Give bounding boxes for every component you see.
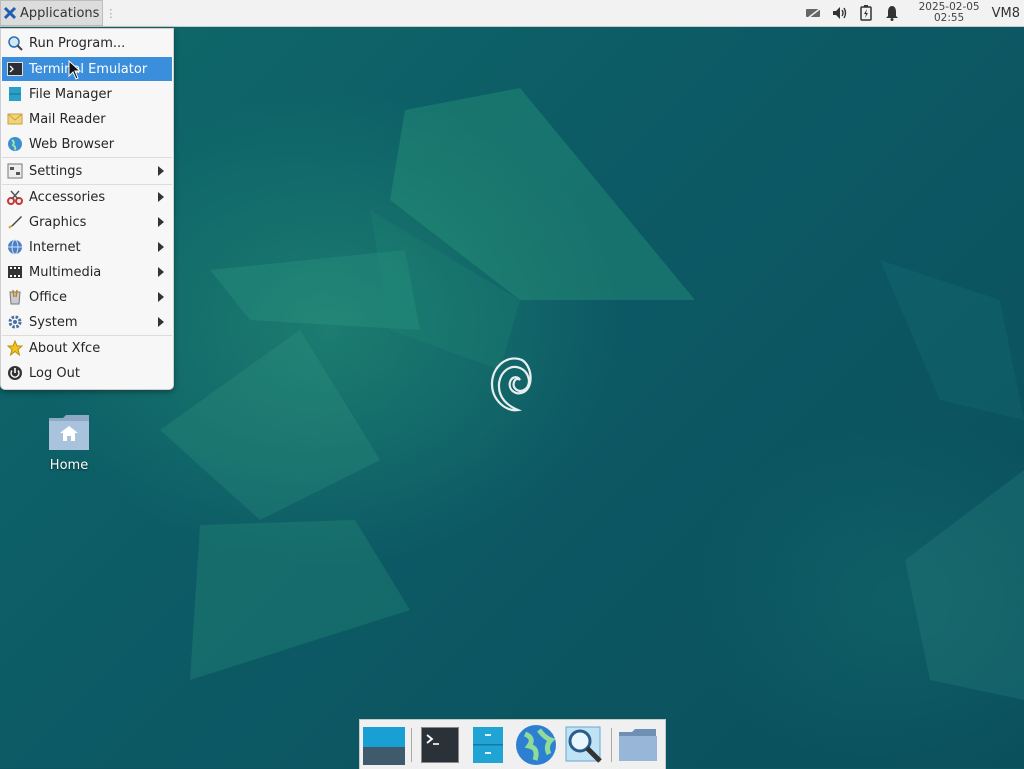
menu-item-log-out[interactable]: Log Out	[2, 361, 172, 385]
mail-icon	[7, 111, 23, 127]
menu-item-label: Mail Reader	[29, 111, 106, 127]
menu-item-run-program[interactable]: Run Program...	[2, 31, 172, 55]
menu-item-label: Graphics	[29, 214, 87, 230]
file-manager-icon	[473, 727, 503, 763]
menu-item-label: Web Browser	[29, 136, 115, 152]
menu-item-label: Settings	[29, 163, 83, 179]
web-browser-launcher[interactable]	[514, 723, 558, 767]
submenu-arrow-icon	[158, 217, 164, 227]
terminal-launcher[interactable]	[418, 723, 462, 767]
dock-separator	[411, 728, 412, 762]
menu-item-label: Internet	[29, 239, 81, 255]
menu-item-web-browser[interactable]: Web Browser	[2, 132, 172, 156]
terminal-icon	[421, 727, 459, 763]
multimedia-icon	[7, 264, 23, 280]
desktop-home-icon[interactable]: Home	[36, 412, 102, 473]
system-tray: 2025-02-05 02:55 VM8	[805, 0, 1024, 26]
top-panel: Applications ⋮ 2025-02-05 02:55 VM8	[0, 0, 1024, 27]
hostname-label[interactable]: VM8	[992, 6, 1020, 21]
xfce-logo-icon	[3, 6, 17, 20]
debian-swirl-logo	[490, 357, 532, 412]
menu-item-about-xfce[interactable]: About Xfce	[2, 336, 172, 360]
menu-item-file-manager[interactable]: File Manager	[2, 82, 172, 106]
menu-item-internet[interactable]: Internet	[2, 235, 172, 259]
home-folder-icon	[49, 415, 89, 450]
terminal-icon	[7, 61, 23, 77]
network-icon[interactable]	[805, 4, 823, 22]
volume-icon[interactable]	[831, 4, 849, 22]
menu-item-accessories[interactable]: Accessories	[2, 185, 172, 209]
menu-item-label: File Manager	[29, 86, 112, 102]
clock-time: 02:55	[933, 12, 965, 24]
log-out-icon	[7, 365, 23, 381]
web-browser-icon	[7, 136, 23, 152]
dock-separator	[611, 728, 612, 762]
menu-item-label: Run Program...	[29, 35, 126, 51]
clock[interactable]: 2025-02-05 02:55	[919, 2, 980, 24]
app-finder-icon	[565, 726, 602, 763]
applications-menu-button[interactable]: Applications	[0, 0, 104, 26]
battery-icon[interactable]	[857, 4, 875, 22]
submenu-arrow-icon	[158, 242, 164, 252]
submenu-arrow-icon	[158, 192, 164, 202]
menu-item-system[interactable]: System	[2, 310, 172, 334]
menu-item-mail-reader[interactable]: Mail Reader	[2, 107, 172, 131]
menu-item-label: Multimedia	[29, 264, 102, 280]
file-manager-launcher[interactable]	[466, 723, 510, 767]
menu-item-label: Office	[29, 289, 67, 305]
folder-icon	[619, 729, 657, 761]
accessories-icon	[7, 189, 23, 205]
menu-item-label: Terminal Emulator	[29, 61, 148, 77]
folder-launcher[interactable]	[616, 723, 660, 767]
menu-item-graphics[interactable]: Graphics	[2, 210, 172, 234]
menu-item-label: Accessories	[29, 189, 106, 205]
office-icon	[7, 289, 23, 305]
applications-label: Applications	[20, 5, 100, 21]
settings-icon	[7, 163, 23, 179]
submenu-arrow-icon	[158, 166, 164, 176]
applications-menu: Run Program... Terminal Emulator File Ma…	[0, 28, 174, 390]
menu-item-settings[interactable]: Settings	[2, 159, 172, 183]
show-desktop-button[interactable]	[362, 723, 406, 767]
bottom-dock	[359, 719, 666, 769]
about-star-icon	[7, 340, 23, 356]
app-finder-launcher[interactable]	[562, 723, 606, 767]
show-desktop-icon	[363, 727, 405, 765]
system-icon	[7, 314, 23, 330]
menu-item-terminal-emulator[interactable]: Terminal Emulator	[2, 57, 172, 81]
submenu-arrow-icon	[158, 267, 164, 277]
mouse-cursor-icon	[68, 60, 82, 80]
menu-item-label: System	[29, 314, 78, 330]
file-manager-icon	[7, 86, 23, 102]
web-browser-icon	[516, 725, 556, 765]
menu-separator	[2, 157, 172, 158]
submenu-arrow-icon	[158, 317, 164, 327]
menu-item-label: About Xfce	[29, 340, 101, 356]
graphics-icon	[7, 214, 23, 230]
run-program-icon	[7, 35, 23, 51]
internet-icon	[7, 239, 23, 255]
submenu-arrow-icon	[158, 292, 164, 302]
menu-item-label: Log Out	[29, 365, 80, 381]
menu-item-multimedia[interactable]: Multimedia	[2, 260, 172, 284]
home-icon-label: Home	[49, 458, 89, 473]
panel-grip-icon[interactable]: ⋮	[105, 7, 116, 20]
notification-bell-icon[interactable]	[883, 4, 901, 22]
menu-item-office[interactable]: Office	[2, 285, 172, 309]
